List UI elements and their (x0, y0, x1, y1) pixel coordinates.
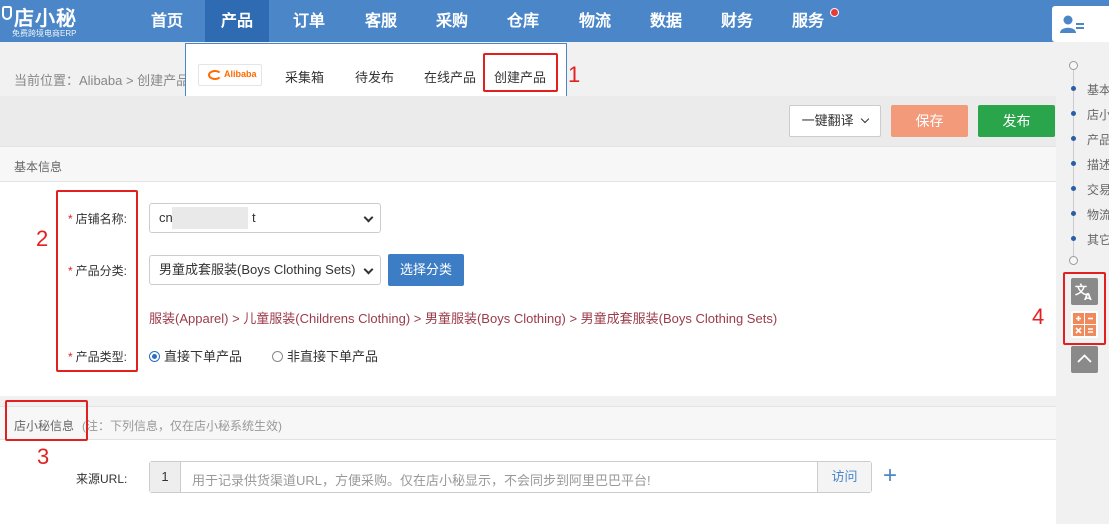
chevron-up-icon (1077, 354, 1092, 363)
rail-dot-icon (1071, 186, 1076, 191)
visit-button[interactable]: 访问 (817, 462, 871, 492)
logo-icon (2, 6, 12, 20)
rail-start-icon (1069, 61, 1078, 70)
platform-name: Alibaba (224, 69, 257, 79)
rail-dot-icon (1071, 136, 1076, 141)
menu-item-collection-box[interactable]: 采集箱 (285, 67, 324, 86)
brand-name: 店小秘 (14, 8, 77, 30)
chevron-down-icon (363, 212, 374, 223)
rail-item-trade[interactable]: 交易 (1087, 181, 1109, 198)
publish-button[interactable]: 发布 (978, 105, 1055, 137)
dxm-info-note: (注：下列信息，仅在店小秘系统生效) (82, 419, 282, 433)
annotation-number-2: 2 (36, 226, 49, 251)
platform-alibaba[interactable]: Alibaba (198, 64, 262, 86)
nav-services[interactable]: 服务 (776, 0, 840, 42)
rail-dot-icon (1071, 161, 1076, 166)
nav-finance[interactable]: 财务 (705, 0, 769, 42)
basic-info-header: 基本信息 (0, 146, 1056, 182)
store-select[interactable]: cn t (149, 203, 381, 233)
radio-unchecked-icon (272, 351, 283, 362)
rail-item-store[interactable]: 店小 (1087, 106, 1109, 123)
rail-dot-icon (1071, 211, 1076, 216)
rail-dot-icon (1071, 86, 1076, 91)
chevron-down-icon (363, 264, 374, 275)
notification-dot (830, 8, 839, 17)
highlight-box-4 (1063, 272, 1106, 345)
source-url-label: 来源URL: (76, 472, 128, 486)
rail-item-description[interactable]: 描述 (1087, 156, 1109, 173)
category-value: 男童成套服装(Boys Clothing Sets) (159, 262, 356, 277)
category-select[interactable]: 男童成套服装(Boys Clothing Sets) (149, 255, 381, 285)
nav-data[interactable]: 数据 (634, 0, 698, 42)
scroll-top-button[interactable] (1071, 346, 1098, 373)
radio-non-direct-label: 非直接下单产品 (287, 349, 379, 364)
brand-tagline: 免费跨境电商ERP (12, 29, 77, 38)
rail-item-product[interactable]: 产品 (1087, 131, 1109, 148)
dxm-info-header: 店小秘信息 (注：下列信息，仅在店小秘系统生效) (0, 406, 1056, 440)
source-url-input[interactable]: 用于记录供货渠道URL，方便采购。仅在店小秘显示，不会同步到阿里巴巴平台! (192, 470, 651, 489)
store-value-prefix: cn (159, 210, 173, 225)
basic-info-title: 基本信息 (14, 160, 63, 174)
rail-item-basic[interactable]: 基本 (1087, 81, 1109, 98)
top-navbar: 店小秘 免费跨境电商ERP 首页 产品 订单 客服 采购 仓库 物流 数据 财务… (0, 0, 1109, 42)
source-url-group: 1 用于记录供货渠道URL，方便采购。仅在店小秘显示，不会同步到阿里巴巴平台! … (149, 461, 872, 493)
annotation-number-3: 3 (37, 444, 50, 469)
nav-orders[interactable]: 订单 (277, 0, 341, 42)
annotation-number-1: 1 (568, 62, 581, 87)
nav-products[interactable]: 产品 (205, 0, 269, 42)
radio-non-direct-order[interactable]: 非直接下单产品 (272, 346, 378, 365)
rail-item-other[interactable]: 其它 (1087, 231, 1109, 248)
rail-item-logistics[interactable]: 物流 (1087, 206, 1109, 223)
alibaba-logo-icon (208, 70, 222, 80)
annotation-number-4: 4 (1032, 304, 1045, 329)
category-path: 服装(Apparel) > 儿童服装(Childrens Clothing) >… (149, 311, 778, 326)
nav-home[interactable]: 首页 (135, 0, 199, 42)
rail-dot-icon (1071, 111, 1076, 116)
nav-customer-service[interactable]: 客服 (349, 0, 413, 42)
plus-icon[interactable]: + (883, 462, 897, 490)
url-index: 1 (150, 462, 181, 492)
radio-checked-icon (149, 351, 160, 362)
radio-direct-label: 直接下单产品 (164, 349, 243, 364)
nav-warehouse[interactable]: 仓库 (491, 0, 555, 42)
store-value-suffix: t (252, 210, 256, 225)
user-icon (1060, 15, 1084, 33)
rail-dot-icon (1071, 236, 1076, 241)
highlight-box-3 (5, 400, 88, 441)
highlight-box-2 (56, 190, 138, 372)
menu-item-online-products[interactable]: 在线产品 (424, 67, 476, 86)
user-menu[interactable] (1052, 6, 1109, 42)
translate-label: 一键翻译 (801, 113, 854, 128)
highlight-box-1 (483, 53, 558, 92)
nav-logistics[interactable]: 物流 (563, 0, 627, 42)
breadcrumb: 当前位置：Alibaba > 创建产品 (14, 73, 190, 88)
chevron-down-icon (861, 114, 870, 124)
save-button[interactable]: 保存 (891, 105, 968, 137)
radio-direct-order[interactable]: 直接下单产品 (149, 346, 242, 365)
menu-item-pending-publish[interactable]: 待发布 (355, 67, 394, 86)
redacted-mask (172, 207, 248, 229)
logo[interactable]: 店小秘 免费跨境电商ERP (2, 2, 102, 40)
translate-button[interactable]: 一键翻译 (789, 105, 881, 137)
nav-purchase[interactable]: 采购 (420, 0, 484, 42)
rail-end-icon (1069, 256, 1078, 265)
choose-category-button[interactable]: 选择分类 (388, 254, 464, 286)
